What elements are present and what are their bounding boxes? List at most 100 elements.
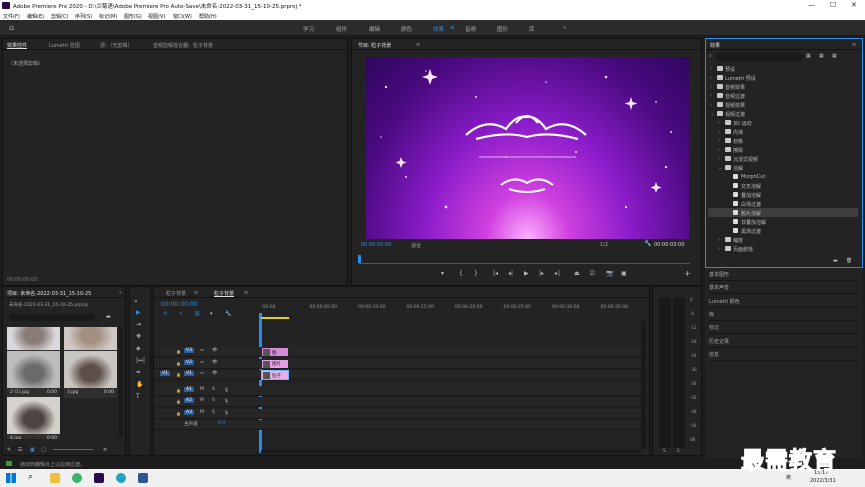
timeline-timecode[interactable]: 00:00:00:00: [161, 301, 198, 308]
eye-icon[interactable]: 👁: [212, 360, 218, 365]
master-track[interactable]: 主声道 0.0: [154, 420, 641, 430]
menu-sequence[interactable]: 序列(S): [75, 13, 92, 20]
word-icon[interactable]: [138, 473, 148, 483]
icon-view-icon[interactable]: ▦: [30, 447, 35, 453]
effects-tree-item[interactable]: 非叠加溶解: [708, 217, 858, 226]
effects-tree-item[interactable]: ⌄ 视频过渡: [708, 109, 858, 118]
sync-lock-icon[interactable]: ▭: [200, 371, 204, 376]
effects-search-input[interactable]: ⌕: [709, 53, 804, 61]
effects-title[interactable]: 效果: [710, 42, 720, 49]
program-scrubber[interactable]: [359, 263, 690, 264]
workspace-libraries[interactable]: 库: [529, 25, 535, 33]
add-marker-icon[interactable]: ▾: [441, 270, 444, 277]
snap-icon[interactable]: ∩: [179, 311, 183, 317]
effects-tree-item[interactable]: 叠加溶解: [708, 190, 858, 199]
expand-arrow-icon[interactable]: ⌄: [718, 165, 722, 171]
project-search-input[interactable]: [9, 314, 95, 321]
home-icon[interactable]: ⌂: [9, 23, 14, 32]
menu-file[interactable]: 文件(F): [3, 13, 20, 20]
program-playhead[interactable]: [358, 255, 361, 263]
work-area-bar[interactable]: [261, 317, 289, 319]
workspace-graphics[interactable]: 图形: [497, 25, 508, 33]
expand-arrow-icon[interactable]: ›: [710, 84, 712, 90]
freeform-view-icon[interactable]: ▢: [41, 447, 46, 453]
wrench-icon[interactable]: 🔧: [644, 240, 651, 247]
menu-window[interactable]: 窗口(W): [173, 13, 192, 20]
menu-marker[interactable]: 标记(M): [99, 13, 117, 20]
mute-button[interactable]: M: [200, 410, 204, 415]
hand-tool-icon[interactable]: ✋: [136, 381, 143, 388]
effects-tree-item[interactable]: MorphCut: [708, 172, 858, 181]
eye-icon[interactable]: 👁: [212, 371, 218, 376]
project-more-icon[interactable]: »: [119, 290, 122, 296]
effects-tree-item[interactable]: 黑场过渡: [708, 226, 858, 235]
maximize-button[interactable]: ☐: [830, 1, 836, 9]
video-track[interactable]: 🔒 V1 ▭ 👁: [154, 370, 641, 380]
track-label[interactable]: A3: [184, 409, 194, 415]
effects-tree-item[interactable]: › 3D 运动: [708, 118, 858, 127]
project-title[interactable]: 项目: 未命名-2022-03-31_15-10-25: [7, 290, 91, 297]
lock-icon[interactable]: 🔒: [176, 388, 181, 393]
program-menu-icon[interactable]: ≡: [416, 42, 420, 48]
timeline-menu-icon[interactable]: ≡: [244, 290, 248, 296]
effects-tree-item[interactable]: › 内滑: [708, 127, 858, 136]
effects-tree-item[interactable]: › 音频过渡: [708, 91, 858, 100]
linked-selection-icon[interactable]: ⛓: [194, 311, 200, 317]
lock-icon[interactable]: 🔒: [176, 349, 181, 354]
track-label[interactable]: V2: [184, 359, 194, 365]
razor-tool-icon[interactable]: ◈: [136, 345, 141, 352]
audio-track[interactable]: 🔒 A1 M S 🎙: [154, 385, 641, 396]
mark-out-icon[interactable]: }: [474, 270, 478, 277]
premiere-taskbar-icon[interactable]: [94, 473, 104, 483]
lock-icon[interactable]: 🔒: [176, 361, 181, 366]
pencil-icon[interactable]: ✎: [7, 447, 11, 453]
audio-track[interactable]: 🔒 A2 M S 🎙: [154, 397, 641, 407]
export-frame-icon[interactable]: 📷: [606, 270, 613, 277]
nest-toggle-icon[interactable]: ⟲: [163, 311, 167, 317]
workspace-menu-icon[interactable]: ≡: [450, 25, 455, 31]
file-explorer-icon[interactable]: [50, 473, 60, 483]
effects-tree-item[interactable]: › Lumetri 预设: [708, 73, 858, 82]
lock-icon[interactable]: 🔒: [176, 411, 181, 416]
ime-indicator[interactable]: 英: [786, 474, 791, 481]
solo-left-button[interactable]: S: [663, 448, 666, 453]
program-current-timecode[interactable]: 00:00:00:00: [361, 242, 392, 248]
menu-graphics[interactable]: 图形(G): [124, 13, 142, 20]
workspace-effects[interactable]: 效果: [433, 25, 444, 33]
slip-tool-icon[interactable]: |↔|: [136, 357, 145, 364]
timeline-hscroll[interactable]: [261, 450, 641, 453]
effects-tree-item[interactable]: 胶片溶解: [708, 208, 858, 217]
workspace-more-icon[interactable]: »: [563, 25, 566, 31]
lock-icon[interactable]: 🔒: [176, 372, 181, 377]
menu-help[interactable]: 帮助(H): [199, 13, 217, 20]
pen-tool-icon[interactable]: ✒: [136, 369, 141, 376]
track-label[interactable]: A1: [184, 386, 194, 392]
expand-arrow-icon[interactable]: ›: [718, 138, 720, 144]
expand-arrow-icon[interactable]: ›: [718, 147, 720, 153]
timeline-tab-1[interactable]: 粒子背景: [166, 290, 186, 297]
expand-arrow-icon[interactable]: ›: [710, 93, 712, 99]
side-panel-tab[interactable]: 历史记录: [709, 336, 859, 348]
audio-track[interactable]: 🔒 A3 M S 🎙: [154, 408, 641, 419]
program-title[interactable]: 节目: 粒子背景: [358, 42, 391, 49]
tab-effect-controls[interactable]: 效果控件: [7, 42, 27, 49]
expand-arrow-icon[interactable]: ›: [718, 237, 720, 243]
timeline-clip[interactable]: 图: [261, 347, 289, 357]
effects-menu-icon[interactable]: ≡: [852, 42, 856, 48]
add-marker-timeline-icon[interactable]: ▾: [210, 311, 213, 317]
workspace-editing[interactable]: 编辑: [369, 25, 380, 33]
master-volume-value[interactable]: 0.0: [218, 421, 225, 426]
chat-app-icon[interactable]: [72, 473, 82, 483]
expand-arrow-icon[interactable]: ›: [710, 102, 712, 108]
yuv-effects-icon[interactable]: ▦: [832, 53, 837, 59]
side-panel-tab[interactable]: 标记: [709, 322, 859, 335]
video-track[interactable]: 🔒 V3 ▭ 👁: [154, 347, 641, 357]
type-tool-icon[interactable]: T: [136, 393, 140, 400]
timeline-vscroll[interactable]: [641, 321, 646, 449]
expand-arrow-icon[interactable]: ›: [718, 156, 720, 162]
source-patch-v1[interactable]: V1: [160, 371, 170, 376]
menu-edit[interactable]: 编辑(E): [27, 13, 44, 20]
effects-tree-item[interactable]: › 沉浸式视频: [708, 154, 858, 163]
eye-icon[interactable]: 👁: [212, 348, 218, 353]
new-bin-project-icon[interactable]: ▬: [106, 314, 111, 320]
